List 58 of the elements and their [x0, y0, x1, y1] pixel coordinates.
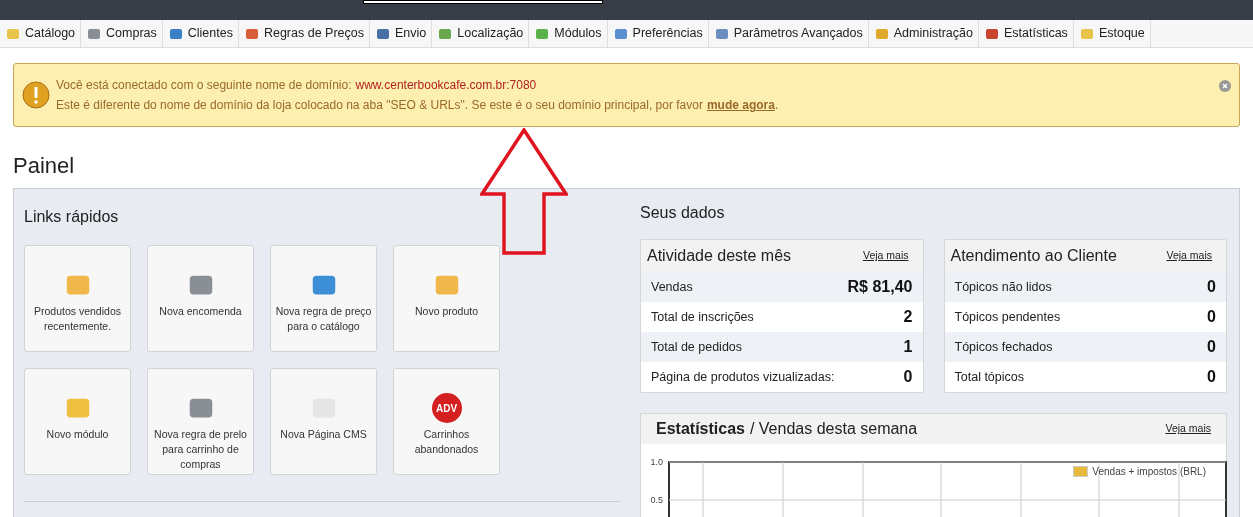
row-value: 0: [903, 367, 913, 387]
see-more-link[interactable]: Veja mais: [862, 248, 909, 264]
row-label: Página de produtos vizualizadas:: [651, 368, 835, 386]
row-label: Vendas: [651, 278, 693, 296]
legend-label: Vendas + impostos (BRL): [1092, 465, 1206, 479]
row-label: Total de pedidos: [651, 338, 743, 356]
row-value: 2: [903, 307, 913, 327]
nav-tab[interactable]: Clientes: [162, 20, 239, 47]
nav-tab[interactable]: Módulos: [529, 20, 608, 47]
y-tick-label: 0.5: [650, 495, 663, 505]
domain-text: www.centerbookcafe.com.br:7080: [355, 77, 537, 94]
row-value: 0: [1207, 367, 1216, 387]
quick-link-tile[interactable]: Produtos vendidos recentemente.: [24, 245, 131, 352]
section-title: Links rápidos: [24, 207, 120, 227]
nav-tab[interactable]: Estoque: [1073, 20, 1151, 47]
section-title: Seus dados: [640, 203, 726, 223]
row-value: R$ 81,40: [847, 277, 913, 297]
period-text: .: [774, 97, 779, 114]
quick-link-tile[interactable]: Nova regra de preço para o catálogo: [270, 245, 377, 352]
quick-link-tile[interactable]: Nova regra de prelo para carrinho de compras: [147, 368, 254, 475]
nav-tab[interactable]: Estatísticas: [978, 20, 1074, 47]
nav-tab[interactable]: Catálogo: [0, 20, 82, 47]
row-value: 0: [1207, 337, 1216, 357]
card-title: Atendimento ao Cliente: [950, 246, 1117, 266]
nav-tab[interactable]: Envio: [370, 20, 433, 47]
nav-tab[interactable]: Parâmetros Avançados: [708, 20, 869, 47]
quick-link-tile[interactable]: Novo produto: [393, 245, 500, 352]
row-label: Total de inscrições: [651, 308, 754, 326]
nav-tab[interactable]: Preferências: [607, 20, 709, 47]
see-more-link[interactable]: Veja mais: [1165, 421, 1211, 437]
warning-icon: [22, 81, 50, 109]
row-label: Total tópicos: [954, 368, 1024, 386]
stats-title: Estatísticas: [656, 419, 745, 439]
search-field[interactable]: [363, 0, 603, 4]
card-title: Atividade deste mês: [647, 246, 792, 266]
page-title: Painel: [13, 152, 76, 179]
stats-subtitle: / Vendas desta semana: [749, 419, 918, 439]
quick-link-tile[interactable]: Nova encomenda: [147, 245, 254, 352]
quick-link-tile[interactable]: Nova Página CMS: [270, 368, 377, 475]
nav-tab[interactable]: Regras de Preços: [238, 20, 370, 47]
alert-text: Você está conectado com o seguinte nome de domínio:: [56, 77, 352, 94]
alert-text: Este é diferente do nome de domínio da loja colocado na aba "SEO & URLs". Se este é o seu domínio principal, por favor: [56, 97, 703, 114]
row-value: 0: [1207, 307, 1216, 327]
nav-tab[interactable]: Compras: [81, 20, 163, 47]
change-now-link[interactable]: mude agora: [706, 95, 775, 115]
nav-tab[interactable]: Administração: [868, 20, 979, 47]
row-label: Tópicos não lidos: [954, 278, 1052, 296]
close-icon[interactable]: [1219, 80, 1231, 92]
row-label: Tópicos fechados: [954, 338, 1053, 356]
row-label: Tópicos pendentes: [954, 308, 1061, 326]
row-value: 0: [1207, 277, 1216, 297]
y-tick-label: 1.0: [650, 457, 663, 467]
row-value: 1: [903, 337, 913, 357]
adv-badge: ADV: [431, 393, 462, 423]
quick-link-tile[interactable]: ADV Carrinhos abandonados: [393, 368, 500, 475]
nav-tab[interactable]: Localização: [432, 20, 530, 47]
quick-link-tile[interactable]: Novo módulo: [24, 368, 131, 475]
see-more-link[interactable]: Veja mais: [1166, 248, 1212, 264]
